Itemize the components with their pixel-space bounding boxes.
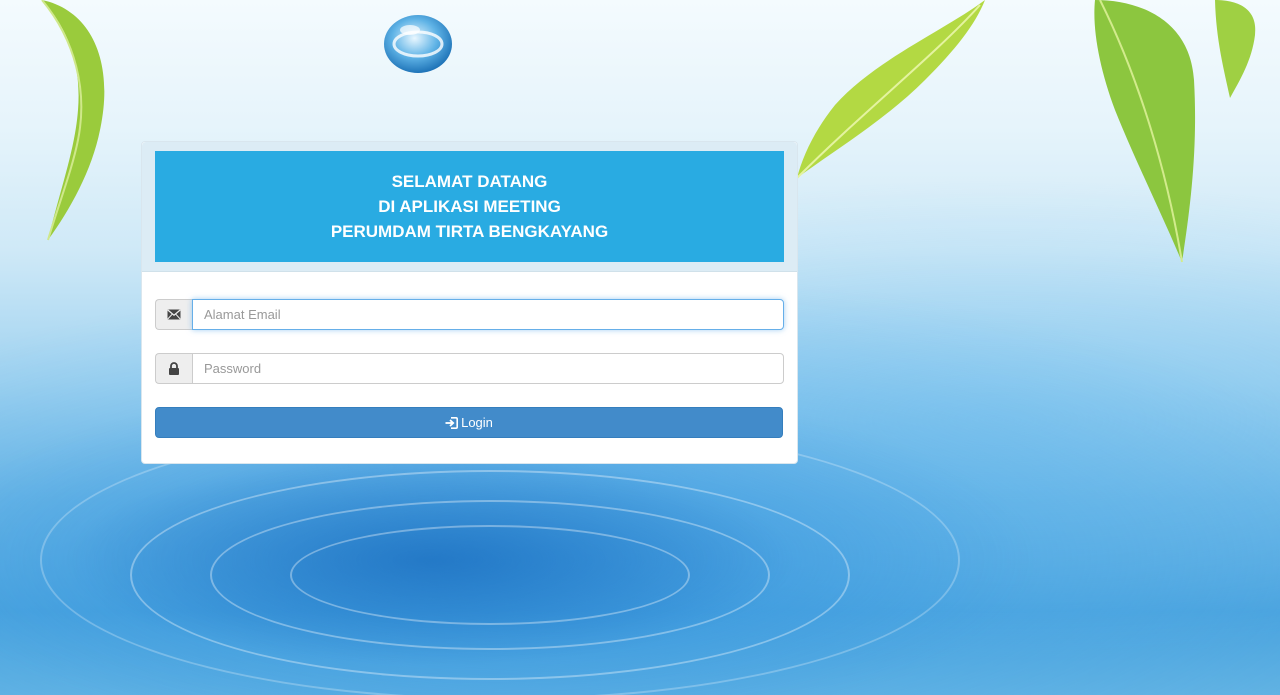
leaf-left-image xyxy=(41,0,105,241)
envelope-icon xyxy=(155,299,192,330)
card-header: SELAMAT DATANG DI APLIKASI MEETING PERUM… xyxy=(142,142,797,272)
welcome-title-line3: PERUMDAM TIRTA BENGKAYANG xyxy=(330,222,609,241)
password-input[interactable] xyxy=(192,353,784,384)
log-in-icon xyxy=(445,416,459,429)
login-button-label: Login xyxy=(461,415,493,430)
login-button[interactable]: Login xyxy=(155,407,783,438)
welcome-title-line2: DI APLIKASI MEETING xyxy=(378,197,561,216)
water-ripple xyxy=(290,525,690,625)
leaf-right-image xyxy=(1094,0,1196,263)
water-drop-logo-icon xyxy=(384,15,452,73)
welcome-banner: SELAMAT DATANG DI APLIKASI MEETING PERUM… xyxy=(155,151,784,262)
welcome-title-line1: SELAMAT DATANG xyxy=(391,172,548,191)
water-ripple xyxy=(210,500,770,650)
email-input[interactable] xyxy=(192,299,784,330)
login-form: Login xyxy=(142,272,797,438)
leaf-far-right-image xyxy=(1215,0,1256,98)
water-ripple xyxy=(130,470,850,680)
password-input-group xyxy=(155,353,784,384)
lock-icon xyxy=(155,353,192,384)
leaf-top-right-image xyxy=(796,0,985,179)
login-card: SELAMAT DATANG DI APLIKASI MEETING PERUM… xyxy=(141,141,798,464)
email-input-group xyxy=(155,299,784,330)
